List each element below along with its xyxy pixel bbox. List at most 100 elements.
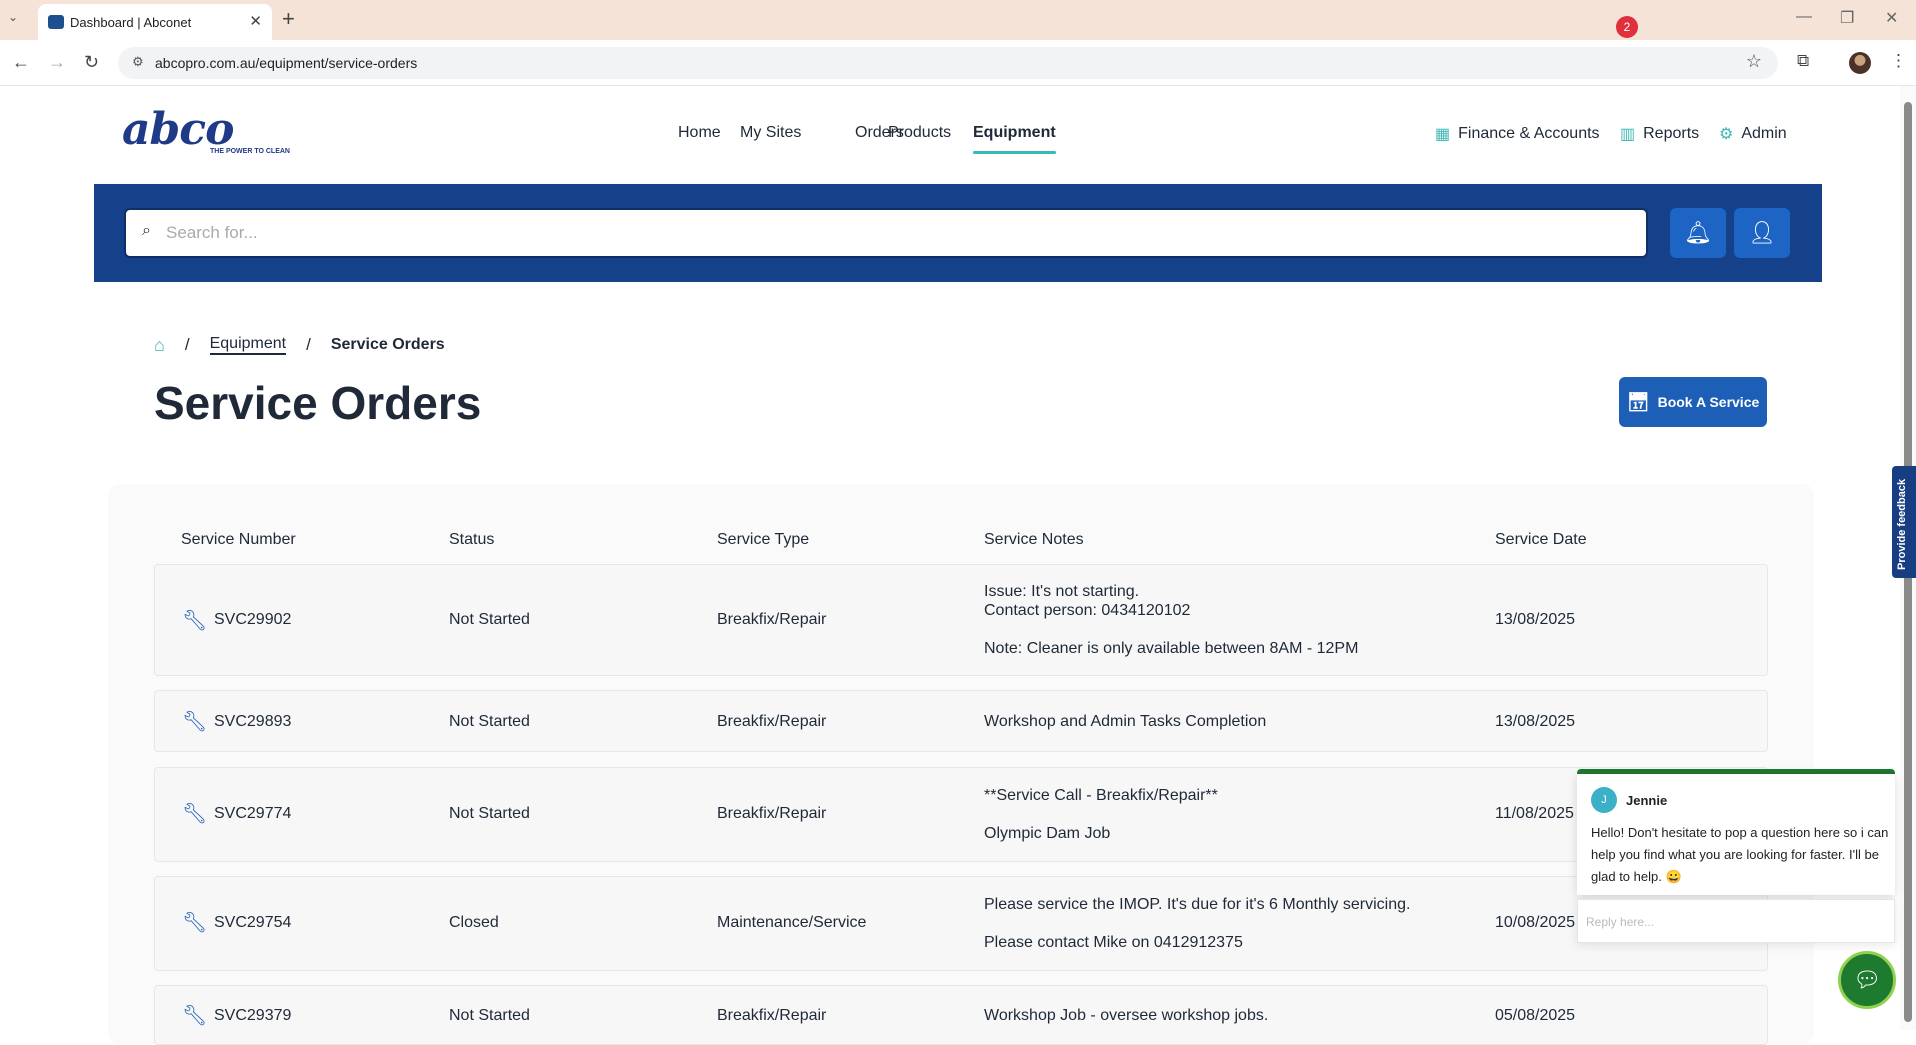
site-info-icon[interactable]: ⚙ xyxy=(132,54,144,70)
nav-reports[interactable]: ▥ Reports xyxy=(1620,124,1699,144)
wrench-icon: 🔧︎ xyxy=(182,803,208,825)
favicon-icon xyxy=(48,15,64,29)
breadcrumb-separator: / xyxy=(306,335,311,354)
note-line: **Service Call - Breakfix/Repair** xyxy=(984,787,1218,804)
service-notes: **Service Call - Breakfix/Repair** Olymp… xyxy=(984,786,1218,843)
service-number[interactable]: SVC29893 xyxy=(214,713,291,731)
wrench-icon: 🔧︎ xyxy=(182,1005,208,1027)
url-text: abcopro.com.au/equipment/service-orders xyxy=(155,55,418,71)
service-type: Breakfix/Repair xyxy=(717,805,827,822)
chat-reply-box[interactable] xyxy=(1577,899,1895,943)
chat-launcher-button[interactable]: 💬︎ xyxy=(1838,951,1896,1009)
book-service-label: Book A Service xyxy=(1657,394,1760,410)
wrench-icon: 🔧︎ xyxy=(182,711,208,733)
url-field[interactable]: ⚙ abcopro.com.au/equipment/service-order… xyxy=(118,47,1778,79)
service-status: Not Started xyxy=(449,611,530,628)
chat-popup: J Jennie Hello! Don't hesitate to pop a … xyxy=(1577,769,1895,943)
service-type: Breakfix/Repair xyxy=(717,1007,827,1024)
service-date: 05/08/2025 xyxy=(1495,1007,1576,1024)
account-button[interactable]: 👤︎ xyxy=(1734,208,1790,258)
agent-avatar: J xyxy=(1591,787,1617,813)
nav-finance-accounts[interactable]: ▦ Finance & Accounts xyxy=(1435,124,1600,144)
service-type: Breakfix/Repair xyxy=(717,713,827,730)
service-type: Breakfix/Repair xyxy=(717,611,827,628)
note-line: Contact person: 0434120102 xyxy=(984,602,1191,619)
back-icon[interactable]: ← xyxy=(12,52,30,73)
note-line: Please contact Mike on 0412912375 xyxy=(984,934,1243,951)
page-title: Service Orders xyxy=(154,377,482,429)
search-input[interactable] xyxy=(166,220,1626,246)
chart-icon: ▥ xyxy=(1620,126,1636,143)
nav-products[interactable]: Products xyxy=(888,124,951,142)
browser-menu-icon[interactable]: ⋮ xyxy=(1890,51,1907,71)
service-type: Maintenance/Service xyxy=(717,914,867,931)
note-line xyxy=(984,805,1218,824)
header-service-date: Service Date xyxy=(1495,531,1587,548)
chat-message: Hello! Don't hesitate to pop a question … xyxy=(1591,825,1889,884)
service-date: 11/08/2025 xyxy=(1495,805,1574,822)
nav-equipment[interactable]: Equipment xyxy=(973,124,1056,154)
header-status: Status xyxy=(449,531,495,548)
restore-icon[interactable]: ❐ xyxy=(1840,8,1854,28)
nav-finance-label: Finance & Accounts xyxy=(1458,125,1600,142)
bell-icon: 🔔︎ xyxy=(1684,220,1712,245)
service-status: Not Started xyxy=(449,805,530,822)
note-line: Olympic Dam Job xyxy=(984,825,1111,842)
note-line xyxy=(984,914,1410,933)
logo-wordmark: abco xyxy=(122,104,234,155)
breadcrumb-equipment[interactable]: Equipment xyxy=(209,335,287,355)
service-number[interactable]: SVC29902 xyxy=(214,611,291,629)
nav-my-sites[interactable]: My Sites xyxy=(740,124,801,142)
gear-icon: ⚙ xyxy=(1719,126,1734,143)
service-number[interactable]: SVC29754 xyxy=(214,914,291,932)
header-service-type: Service Type xyxy=(717,531,810,548)
profile-avatar[interactable] xyxy=(1849,52,1871,74)
calendar-icon: 📅︎ xyxy=(1626,391,1650,412)
nav-reports-label: Reports xyxy=(1643,125,1700,142)
chat-bubble-icon: 💬︎ xyxy=(1853,967,1881,992)
bookmark-star-icon[interactable]: ☆ xyxy=(1746,51,1762,72)
extensions-icon[interactable]: ⧉ xyxy=(1797,51,1809,71)
minimize-icon[interactable]: — xyxy=(1796,8,1812,26)
nav-home[interactable]: Home xyxy=(678,124,721,142)
abco-logo[interactable]: abco THE POWER TO CLEAN xyxy=(122,108,292,158)
service-date: 13/08/2025 xyxy=(1495,713,1576,730)
building-icon: ▦ xyxy=(1435,126,1451,143)
service-notes: Please service the IMOP. It's due for it… xyxy=(984,895,1410,952)
service-notes: Workshop Job - oversee workshop jobs. xyxy=(984,1007,1269,1024)
nav-admin-label: Admin xyxy=(1741,125,1787,142)
service-number[interactable]: SVC29379 xyxy=(214,1007,291,1025)
chat-message-bubble: J Jennie Hello! Don't hesitate to pop a … xyxy=(1577,774,1895,895)
nav-admin[interactable]: ⚙ Admin xyxy=(1719,124,1787,144)
window-close-icon[interactable]: ✕ xyxy=(1885,8,1898,28)
note-line: Please service the IMOP. It's due for it… xyxy=(984,896,1411,913)
service-number[interactable]: SVC29774 xyxy=(214,805,291,823)
browser-address-bar: ← → ↻ ⚙ abcopro.com.au/equipment/service… xyxy=(0,40,1916,86)
provide-feedback-tab[interactable]: Provide feedback xyxy=(1892,466,1916,578)
note-line: Issue: It's not starting. xyxy=(984,583,1140,600)
new-tab-icon[interactable]: + xyxy=(282,6,295,32)
breadcrumb: ⌂ / Equipment / Service Orders xyxy=(154,332,445,358)
header-service-notes: Service Notes xyxy=(984,531,1084,548)
search-box[interactable]: ⌕ xyxy=(124,208,1648,258)
tab-search-icon[interactable]: ⌄ xyxy=(8,10,18,24)
notification-count-badge: 2 xyxy=(1616,16,1638,38)
browser-tab[interactable]: Dashboard | Abconet ✕ xyxy=(38,4,272,40)
service-status: Not Started xyxy=(449,1007,530,1024)
book-service-button[interactable]: 📅︎ Book A Service xyxy=(1619,377,1767,427)
breadcrumb-separator: / xyxy=(184,335,190,354)
reload-icon[interactable]: ↻ xyxy=(84,52,99,73)
notifications-button[interactable]: 🔔︎ xyxy=(1670,208,1726,258)
service-date: 10/08/2025 xyxy=(1495,914,1576,931)
home-icon[interactable]: ⌂ xyxy=(154,335,165,356)
wrench-icon: 🔧︎ xyxy=(182,610,208,632)
chat-reply-input[interactable] xyxy=(1586,912,1886,932)
note-line: Note: Cleaner is only available between … xyxy=(984,640,1359,657)
tab-close-icon[interactable]: ✕ xyxy=(249,12,262,30)
service-status: Closed xyxy=(449,914,499,931)
service-status: Not Started xyxy=(449,713,530,730)
forward-icon[interactable]: → xyxy=(48,52,66,73)
breadcrumb-current: Service Orders xyxy=(330,336,445,353)
service-notes: Workshop and Admin Tasks Completion xyxy=(984,713,1267,730)
tab-title: Dashboard | Abconet xyxy=(70,15,192,30)
